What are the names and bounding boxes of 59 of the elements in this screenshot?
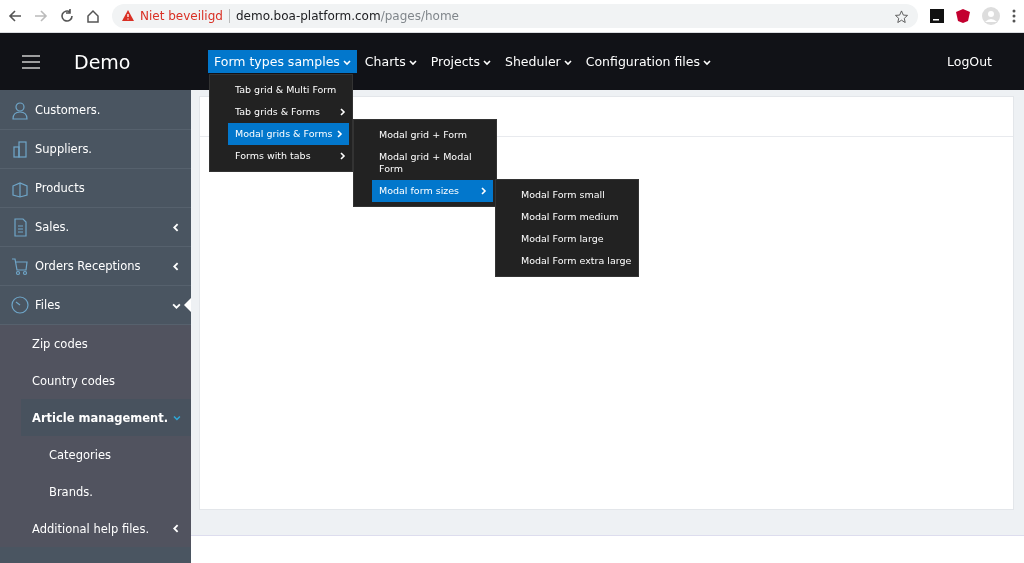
sidebar-item[interactable]: Sales.	[0, 208, 191, 247]
sidebar-item[interactable]: Products	[0, 169, 191, 208]
chevron-icon	[479, 187, 487, 195]
sidebar-item[interactable]: Orders Receptions	[0, 247, 191, 286]
sidebar-item[interactable]: Article management.	[21, 399, 191, 436]
person-icon	[10, 100, 30, 120]
caret-icon	[483, 57, 491, 66]
menu-item[interactable]: Modal Form large	[496, 228, 638, 250]
home-icon[interactable]	[86, 9, 100, 23]
menu-item[interactable]: Modal Form medium	[496, 206, 638, 228]
menu-item[interactable]: Modal grid + Form	[354, 124, 496, 146]
sidebar-item[interactable]: Country codes	[0, 362, 191, 399]
pointer-icon	[184, 298, 191, 312]
menu-item[interactable]: Modal grid + Modal Form	[354, 146, 496, 180]
chevron-icon	[338, 152, 346, 160]
menu-item[interactable]: Tab grid & Multi Form	[210, 79, 352, 101]
nav-menu[interactable]: Form types samples	[208, 50, 357, 73]
menu-item[interactable]: Modal grids & Forms	[228, 123, 349, 145]
sidebar-item[interactable]: Additional help files.	[0, 510, 191, 547]
nav-menu[interactable]: Charts	[358, 50, 423, 73]
chevron-icon	[173, 413, 181, 422]
menu-item[interactable]: Modal Form extra large	[496, 250, 638, 272]
caret-icon	[703, 57, 711, 66]
caret-icon	[342, 57, 351, 66]
menu-item[interactable]: Modal form sizes	[372, 180, 493, 202]
gauge-icon	[10, 295, 30, 315]
nav-menu[interactable]: Configuration files	[579, 50, 717, 73]
sidebar-item[interactable]: Brands.	[0, 473, 191, 510]
caret-icon	[563, 57, 572, 66]
star-icon[interactable]	[895, 9, 908, 23]
menu-item[interactable]: Forms with tabs	[210, 145, 352, 167]
warning-icon	[122, 10, 134, 22]
sidebar-item[interactable]: Customers.	[0, 91, 191, 130]
menu-icon[interactable]	[22, 54, 40, 69]
chevron-icon	[335, 130, 343, 138]
sidebar-item[interactable]: Zip codes	[0, 325, 191, 362]
cart-icon	[10, 256, 30, 276]
menu-icon[interactable]	[1012, 9, 1016, 23]
shield-icon[interactable]	[956, 9, 970, 23]
brand-title: Demo	[74, 50, 132, 73]
chevron-icon	[172, 222, 181, 232]
reload-icon[interactable]	[60, 9, 74, 23]
logout-link[interactable]: LogOut	[947, 54, 992, 69]
buildings-icon	[10, 139, 30, 159]
sidebar-item[interactable]: Suppliers.	[0, 130, 191, 169]
sidebar-item[interactable]: Categories	[0, 436, 191, 473]
back-icon[interactable]	[8, 9, 22, 23]
extension-icon[interactable]	[930, 9, 944, 23]
url-text: demo.boa-platform.com/pages/home	[235, 9, 459, 23]
chevron-icon	[338, 108, 346, 116]
chevron-icon	[172, 261, 181, 271]
chevron-icon	[172, 524, 181, 533]
security-warning: Niet beveiligd	[140, 9, 223, 23]
caret-icon	[408, 57, 417, 66]
nav-menu[interactable]: Sheduler	[499, 50, 578, 73]
menu-item[interactable]: Modal Form small	[496, 184, 638, 206]
address-bar[interactable]: Niet beveiligd demo.boa-platform.com/pages/home	[112, 4, 918, 28]
nav-menu[interactable]: Projects	[424, 50, 497, 73]
menu-item[interactable]: Tab grids & Forms	[210, 101, 352, 123]
